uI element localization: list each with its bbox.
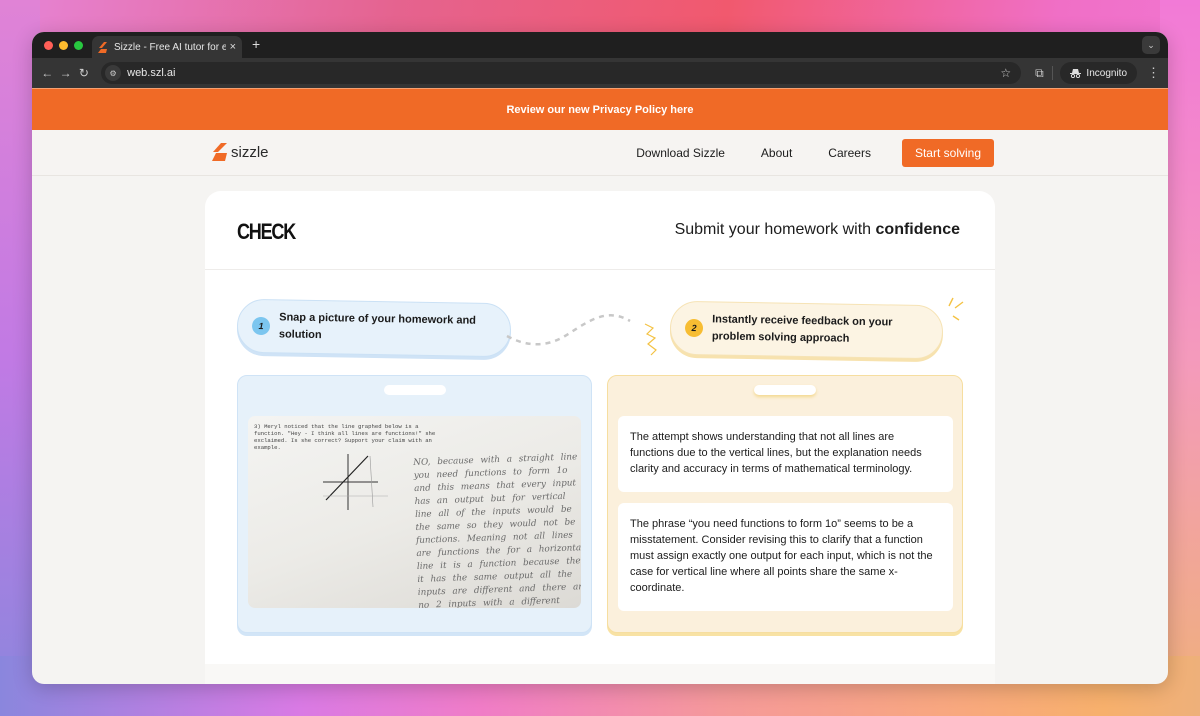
tab-title: Sizzle - Free AI tutor for every	[114, 41, 226, 53]
card-footer	[205, 664, 995, 684]
tab-search-button[interactable]: ⌄	[1142, 36, 1160, 54]
privacy-banner[interactable]: Review our new Privacy Policy here	[32, 88, 1168, 130]
window-controls	[44, 40, 83, 50]
panel-handle	[754, 385, 816, 395]
maximize-window-button[interactable]	[74, 40, 83, 50]
nav-link-download[interactable]: Download Sizzle	[636, 146, 725, 160]
nav-links: Download Sizzle About Careers Start solv…	[636, 139, 994, 167]
reload-icon[interactable]: ↻	[77, 66, 91, 80]
browser-tab[interactable]: Sizzle - Free AI tutor for every ×	[92, 36, 242, 58]
step-text: Snap a picture of your homework and solu…	[278, 311, 477, 342]
browser-toolbar: ← → ↻ ⚙ web.szl.ai ☆ ⧉ Incognito ⋮	[32, 58, 1168, 88]
feedback-item: The attempt shows understanding that not…	[618, 416, 953, 492]
minimize-window-button[interactable]	[59, 40, 68, 50]
incognito-icon	[1070, 68, 1082, 78]
step-1-pill: 1 Snap a picture of your homework and so…	[236, 298, 512, 358]
url-text[interactable]: web.szl.ai	[127, 67, 1000, 79]
sparkle-icon	[948, 297, 964, 321]
homework-photo: 3) Meryl noticed that the line graphed b…	[248, 416, 581, 608]
incognito-indicator[interactable]: Incognito	[1060, 62, 1138, 84]
back-icon[interactable]: ←	[40, 66, 54, 80]
homework-question: 3) Meryl noticed that the line graphed b…	[254, 423, 436, 451]
tagline-text: Submit your homework with	[674, 221, 876, 238]
new-tab-button[interactable]: +	[252, 36, 260, 52]
dashed-connector-icon	[506, 314, 657, 356]
privacy-banner-link[interactable]: Review our new Privacy Policy here	[506, 104, 693, 116]
close-window-button[interactable]	[44, 40, 53, 50]
nav-link-about[interactable]: About	[761, 146, 792, 160]
toolbar-divider	[1051, 66, 1053, 80]
incognito-label: Incognito	[1086, 67, 1128, 79]
logo-text: sizzle	[231, 143, 269, 161]
site-settings-icon[interactable]: ⚙	[105, 65, 122, 81]
bookmark-star-icon[interactable]: ☆	[1000, 66, 1011, 80]
section-tagline: Submit your homework with confidence	[675, 221, 960, 239]
step-number-badge: 2	[684, 318, 704, 338]
card-header: CHECK Submit your homework with confiden…	[205, 191, 995, 270]
tagline-emphasis: confidence	[875, 221, 960, 238]
sizzle-logo[interactable]: sizzle	[212, 143, 269, 161]
feedback-item: The phrase “you need functions to form 1…	[618, 503, 953, 611]
feedback-panel: The attempt shows understanding that not…	[607, 375, 963, 633]
browser-window: Sizzle - Free AI tutor for every × + ⌄ ←…	[32, 32, 1168, 684]
handwritten-answer: NO, because with a straight line you nee…	[413, 452, 581, 608]
tab-bar: Sizzle - Free AI tutor for every × + ⌄	[32, 32, 1168, 58]
close-tab-icon[interactable]: ×	[230, 41, 236, 53]
browser-menu-icon[interactable]: ⋮	[1147, 65, 1160, 81]
step-text: Instantly receive feedback on your probl…	[711, 313, 893, 345]
forward-icon[interactable]: →	[58, 66, 72, 80]
sizzle-favicon-icon	[98, 41, 107, 53]
section-title: CHECK	[237, 219, 296, 244]
panel-handle	[383, 385, 446, 395]
step-2-pill: 2 Instantly receive feedback on your pro…	[669, 300, 944, 360]
nav-link-careers[interactable]: Careers	[828, 146, 871, 160]
sizzle-flame-icon	[212, 143, 227, 161]
extensions-icon[interactable]: ⧉	[1035, 66, 1044, 81]
step-number-badge: 1	[251, 316, 271, 336]
start-solving-button[interactable]: Start solving	[901, 139, 994, 167]
homework-photo-panel: 3) Meryl noticed that the line graphed b…	[237, 375, 592, 633]
check-feature-card: CHECK Submit your homework with confiden…	[205, 191, 995, 684]
site-header: sizzle Download Sizzle About Careers Sta…	[32, 130, 1168, 176]
homework-graph-icon	[323, 454, 388, 510]
address-bar[interactable]: ⚙ web.szl.ai ☆	[101, 62, 1022, 84]
